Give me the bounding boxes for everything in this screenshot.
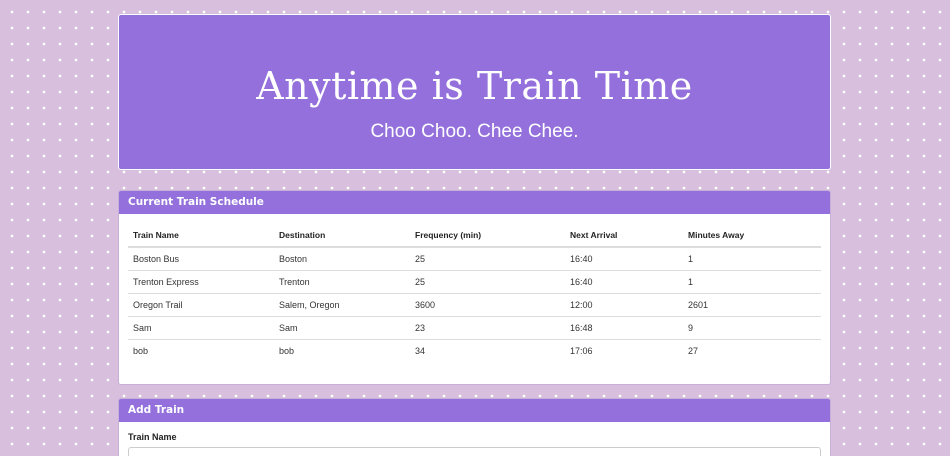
cell-destination: Sam — [274, 316, 410, 340]
table-row: Oregon Trail Salem, Oregon 3600 12:00 26… — [128, 293, 821, 317]
cell-frequency: 25 — [410, 270, 565, 294]
page-subtitle: Choo Choo. Chee Chee. — [370, 121, 579, 142]
cell-frequency: 23 — [410, 316, 565, 340]
cell-frequency: 25 — [410, 247, 565, 271]
cell-frequency: 34 — [415, 346, 426, 356]
cell-destination: Salem, Oregon — [274, 293, 410, 317]
cell-minutes-away: 27 — [688, 346, 699, 356]
cell-train-name: Trenton Express — [128, 270, 274, 294]
column-header-destination: Destination — [274, 223, 410, 248]
train-name-label: Train Name — [128, 432, 177, 442]
cell-minutes-away: 2601 — [683, 293, 821, 317]
schedule-panel: Current Train Schedule Train Name Destin… — [118, 190, 831, 385]
schedule-panel-heading: Current Train Schedule — [119, 191, 830, 214]
add-train-panel: Add Train Train Name — [118, 398, 831, 456]
cell-next-arrival: 17:06 — [570, 346, 593, 356]
cell-train-name: bob — [133, 346, 149, 356]
cell-train-name: Boston Bus — [128, 247, 274, 271]
cell-next-arrival: 16:40 — [565, 247, 683, 271]
column-header-minutes-away: Minutes Away — [683, 223, 821, 248]
cell-next-arrival: 12:00 — [565, 293, 683, 317]
cell-minutes-away: 1 — [683, 270, 821, 294]
page-title: Anytime is Train Time — [256, 64, 693, 108]
cell-train-name: Oregon Trail — [128, 293, 274, 317]
cell-destination: Trenton — [274, 270, 410, 294]
cell-train-name: Sam — [128, 316, 274, 340]
add-train-panel-heading: Add Train — [119, 399, 830, 422]
column-header-next-arrival: Next Arrival — [565, 223, 683, 248]
table-row: Sam Sam 23 16:48 9 — [128, 316, 821, 340]
cell-destination: Boston — [274, 247, 410, 271]
cell-next-arrival: 16:40 — [565, 270, 683, 294]
cell-frequency: 3600 — [410, 293, 565, 317]
cell-minutes-away: 9 — [683, 316, 821, 340]
table-row: bob bob 34 17:06 27 — [128, 340, 821, 363]
column-header-train-name: Train Name — [128, 223, 274, 248]
schedule-table: Train Name Destination Frequency (min) N… — [128, 223, 821, 362]
table-header-row: Train Name Destination Frequency (min) N… — [128, 223, 821, 248]
cell-destination: bob — [279, 346, 295, 356]
cell-next-arrival: 16:48 — [565, 316, 683, 340]
table-row: Boston Bus Boston 25 16:40 1 — [128, 247, 821, 271]
cell-minutes-away: 1 — [683, 247, 821, 271]
column-header-frequency: Frequency (min) — [410, 223, 565, 248]
train-name-input[interactable] — [128, 447, 821, 456]
table-row: Trenton Express Trenton 25 16:40 1 — [128, 270, 821, 294]
schedule-panel-body: Train Name Destination Frequency (min) N… — [119, 214, 830, 371]
header-jumbotron: Anytime is Train Time Choo Choo. Chee Ch… — [118, 14, 831, 170]
